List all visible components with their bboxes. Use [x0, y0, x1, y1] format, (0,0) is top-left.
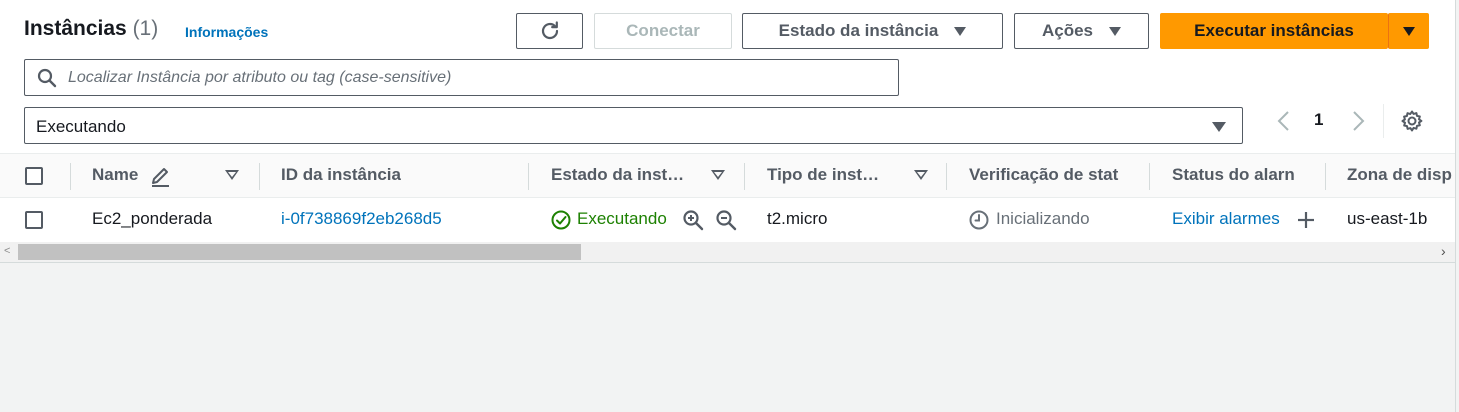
table-row[interactable]: Ec2_ponderada i-0f738869f2eb268d5 Execut… [0, 198, 1455, 242]
launch-instances-button[interactable]: Executar instâncias [1160, 13, 1388, 49]
actions-label: Ações [1041, 21, 1094, 40]
column-divider [1325, 163, 1326, 190]
column-divider [259, 163, 260, 190]
sort-icon[interactable] [225, 170, 239, 180]
row-checkbox[interactable] [25, 211, 43, 229]
search-box [24, 59, 899, 96]
column-header-instance-type[interactable]: Tipo de inst… [767, 165, 879, 185]
instance-count: (1) [132, 17, 159, 40]
scrollbar-thumb[interactable] [18, 244, 581, 260]
launch-options-dropdown[interactable] [1388, 13, 1429, 49]
scroll-right-arrow-icon[interactable]: › [1441, 243, 1446, 259]
instances-panel: Instâncias (1) Informações Conectar Esta… [0, 0, 1455, 263]
column-header-instance-id[interactable]: ID da instância [281, 165, 401, 185]
caret-down-icon [1109, 26, 1122, 36]
refresh-button[interactable] [516, 13, 583, 49]
view-alarms-link[interactable]: Exibir alarmes [1172, 209, 1280, 229]
actions-dropdown[interactable]: Ações [1014, 13, 1149, 49]
availability-zone-value: us-east-1b [1347, 209, 1428, 228]
refresh-icon [541, 21, 558, 40]
caret-down-icon [1212, 122, 1226, 132]
column-divider [1149, 163, 1150, 190]
instance-state-label: Estado da instância [778, 21, 939, 40]
connect-button[interactable]: Conectar [594, 13, 732, 49]
search-icon [37, 68, 57, 88]
caret-down-icon [1402, 26, 1415, 36]
instance-state-value: Executando [577, 209, 667, 228]
caret-down-icon [954, 26, 967, 36]
sort-icon[interactable] [914, 170, 928, 180]
status-check-value: Inicializando [996, 209, 1090, 228]
chevron-left-icon[interactable] [1275, 110, 1293, 132]
sort-icon[interactable] [711, 170, 725, 180]
horizontal-scrollbar[interactable]: < › [0, 242, 1455, 262]
column-divider [70, 163, 71, 190]
page-divider [1455, 0, 1456, 412]
select-all-checkbox[interactable] [25, 167, 43, 185]
plus-icon[interactable] [1296, 210, 1316, 230]
current-page[interactable]: 1 [1314, 110, 1323, 130]
table-header: Name ID da instância Estado da inst… Tip… [0, 153, 1455, 198]
instance-name: Ec2_ponderada [92, 209, 213, 228]
chevron-right-icon[interactable] [1349, 110, 1367, 132]
instance-id-link[interactable]: i-0f738869f2eb268d5 [281, 209, 442, 229]
connect-label: Conectar [626, 21, 700, 40]
column-header-status-check[interactable]: Verificação de stat [969, 165, 1129, 185]
state-filter-value: Executando [36, 117, 126, 136]
page-title: Instâncias (1) [24, 17, 158, 41]
instance-type-value: t2.micro [767, 209, 828, 228]
column-divider [744, 163, 745, 190]
column-divider [528, 163, 529, 190]
scroll-left-arrow-icon[interactable]: < [4, 245, 10, 257]
check-circle-icon [551, 210, 571, 230]
column-header-alarm-status[interactable]: Status do alarn [1172, 165, 1306, 185]
zoom-out-icon[interactable] [715, 209, 737, 231]
gear-icon[interactable] [1399, 108, 1425, 134]
column-header-availability-zone[interactable]: Zona de disp [1347, 165, 1452, 185]
zoom-in-icon[interactable] [682, 209, 704, 231]
info-link[interactable]: Informações [185, 24, 268, 40]
column-header-instance-state[interactable]: Estado da inst… [551, 165, 684, 185]
search-input[interactable] [68, 60, 888, 95]
title-text: Instâncias [24, 17, 127, 40]
launch-instances-label: Executar instâncias [1194, 21, 1354, 40]
edit-icon [152, 168, 169, 187]
divider [1383, 104, 1384, 138]
state-filter-select[interactable]: Executando [24, 107, 1243, 144]
clock-icon [969, 210, 989, 230]
column-divider [946, 163, 947, 190]
column-header-name[interactable]: Name [92, 165, 138, 185]
instance-state-dropdown[interactable]: Estado da instância [742, 13, 1003, 49]
